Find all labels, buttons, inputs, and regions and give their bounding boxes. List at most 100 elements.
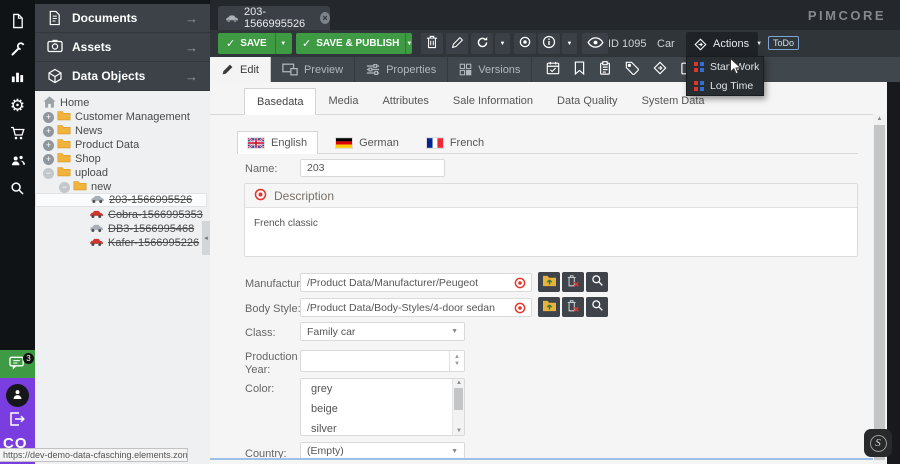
manufacturer-remove-button[interactable] [562, 272, 584, 292]
tree-item-product-data[interactable]: + Product Data [35, 138, 207, 152]
reports-nav-button[interactable] [0, 64, 35, 92]
production-year-spinner[interactable]: ▲▼ [300, 350, 465, 372]
workflow-button[interactable] [653, 61, 667, 78]
tab-properties[interactable]: Properties [355, 57, 448, 82]
chevron-down-icon[interactable]: ▼ [453, 428, 465, 434]
tab-edit[interactable]: Edit [210, 57, 271, 82]
tab-preview[interactable]: Preview [271, 57, 355, 82]
expand-icon[interactable]: + [43, 140, 54, 151]
arrow-right-icon[interactable]: → [185, 69, 198, 84]
logout-button[interactable] [9, 412, 25, 429]
save-publish-button[interactable]: ✓SAVE & PUBLISH ▼ [296, 33, 412, 54]
manufacturer-open-button[interactable] [538, 272, 560, 292]
tree-item-home[interactable]: Home [35, 96, 207, 110]
info-button[interactable] [538, 33, 560, 54]
notes-button[interactable] [599, 61, 611, 78]
notifications-button[interactable]: 3 [0, 350, 35, 378]
tree-item-cobra[interactable]: Cobra-1566995353 [35, 208, 207, 222]
tab-lang-french[interactable]: French [417, 131, 494, 154]
content-scrollbar[interactable]: ▲ [873, 115, 886, 464]
settings-nav-button[interactable]: ⚙ [0, 92, 35, 120]
save-dropdown-caret[interactable]: ▼ [275, 33, 291, 54]
name-input[interactable]: 203 [300, 159, 445, 177]
panel-data-objects[interactable]: Data Objects → [35, 62, 210, 91]
ecommerce-nav-button[interactable] [0, 120, 35, 148]
search-nav-button[interactable] [0, 176, 35, 204]
actions-button[interactable]: Actions ▼ [686, 32, 758, 56]
chevron-up-icon[interactable]: ▲ [873, 116, 886, 122]
expand-icon[interactable]: + [43, 112, 54, 123]
chevron-up-icon[interactable]: ▲ [453, 380, 465, 386]
panel-assets[interactable]: Assets → [35, 33, 210, 62]
body-style-open-button[interactable] [538, 297, 560, 317]
save-publish-dropdown-caret[interactable]: ▼ [405, 33, 412, 54]
arrow-right-icon[interactable]: → [185, 11, 198, 26]
tree-item-203[interactable]: 203-1566995526 [35, 193, 207, 207]
tab-attributes[interactable]: Attributes [370, 88, 440, 114]
tab-versions[interactable]: Versions [448, 57, 532, 82]
collapse-icon[interactable]: − [43, 168, 54, 179]
close-icon[interactable]: × [320, 12, 330, 24]
tree-item-db3[interactable]: DB3-1566995468 [35, 222, 207, 236]
color-option-beige[interactable]: beige [301, 399, 464, 419]
tree-item-upload[interactable]: − upload [35, 166, 207, 180]
save-button[interactable]: ✓SAVE ▼ [218, 33, 292, 54]
open-object-tab-title: 203-1566995526 [244, 6, 314, 30]
info-dropdown-caret[interactable]: ▼ [562, 33, 577, 54]
tools-nav-button[interactable] [0, 36, 35, 64]
reload-button[interactable] [471, 33, 493, 54]
tab-media[interactable]: Media [316, 88, 370, 114]
collapse-icon[interactable]: − [59, 182, 70, 193]
tab-lang-english[interactable]: English [237, 131, 318, 154]
documents-nav-button[interactable] [0, 8, 35, 36]
panel-documents-label: Documents [72, 11, 137, 25]
tree-item-new[interactable]: − new [35, 180, 207, 194]
tab-lang-german[interactable]: German [326, 131, 409, 154]
class-select[interactable]: Family car ▼ [300, 322, 465, 341]
body-style-search-button[interactable] [586, 297, 608, 317]
manufacturer-search-button[interactable] [586, 272, 608, 292]
folder-icon [73, 180, 87, 194]
expand-icon[interactable]: + [43, 126, 54, 137]
color-option-silver[interactable]: silver [301, 419, 464, 436]
delete-button[interactable] [421, 33, 443, 54]
body-style-remove-button[interactable] [562, 297, 584, 317]
panel-documents[interactable]: Documents → [35, 4, 210, 33]
sidebar-collapse-handle[interactable]: ◂ [202, 221, 210, 255]
reload-dropdown-caret[interactable]: ▼ [495, 33, 510, 54]
bookmark-button[interactable] [574, 61, 585, 78]
pimcore-admin-screen: ⚙ 3 CO Documents → [0, 0, 900, 464]
tree-item-kafer[interactable]: Kafer-1566995226 [35, 236, 207, 250]
open-object-tab[interactable]: 203-1566995526 × [218, 6, 330, 30]
preview-eye-button[interactable] [582, 33, 608, 54]
user-avatar-button[interactable] [6, 384, 29, 407]
scrollbar-thumb[interactable] [454, 388, 463, 410]
color-option-grey[interactable]: grey [301, 379, 464, 399]
tree-item-customer-management[interactable]: + Customer Management [35, 110, 207, 124]
menu-item-log-time[interactable]: Log Time [687, 76, 763, 95]
tree-item-news[interactable]: + News [35, 124, 207, 138]
locate-in-tree-button[interactable] [514, 33, 536, 54]
spinner-arrows[interactable]: ▲▼ [449, 351, 464, 371]
rename-button[interactable] [446, 33, 468, 54]
menu-item-start-work[interactable]: Start Work [687, 57, 763, 76]
tag-button[interactable] [625, 61, 639, 78]
color-listbox-scrollbar[interactable]: ▲ ▼ [452, 379, 464, 435]
tree-item-shop[interactable]: + Shop [35, 152, 207, 166]
check-icon: ✓ [226, 37, 235, 50]
tab-data-quality[interactable]: Data Quality [545, 88, 630, 114]
manufacturer-input[interactable]: /Product Data/Manufacturer/Peugeot [300, 273, 532, 292]
browser-extension-badge[interactable]: S [864, 429, 892, 457]
users-nav-button[interactable] [0, 148, 35, 176]
tab-basedata[interactable]: Basedata [244, 88, 316, 115]
arrow-right-icon[interactable]: → [185, 40, 198, 55]
trash-icon [426, 35, 438, 52]
scrollbar-thumb[interactable] [874, 125, 885, 460]
logout-icon [9, 417, 25, 429]
expand-icon[interactable]: + [43, 154, 54, 165]
tab-sale-information[interactable]: Sale Information [441, 88, 545, 114]
description-editor[interactable]: French classic [245, 208, 857, 239]
schedule-button[interactable] [546, 61, 560, 78]
body-style-input[interactable]: /Product Data/Body-Styles/4-door sedan [300, 298, 532, 317]
color-listbox[interactable]: grey beige silver ▲ ▼ [300, 378, 465, 436]
